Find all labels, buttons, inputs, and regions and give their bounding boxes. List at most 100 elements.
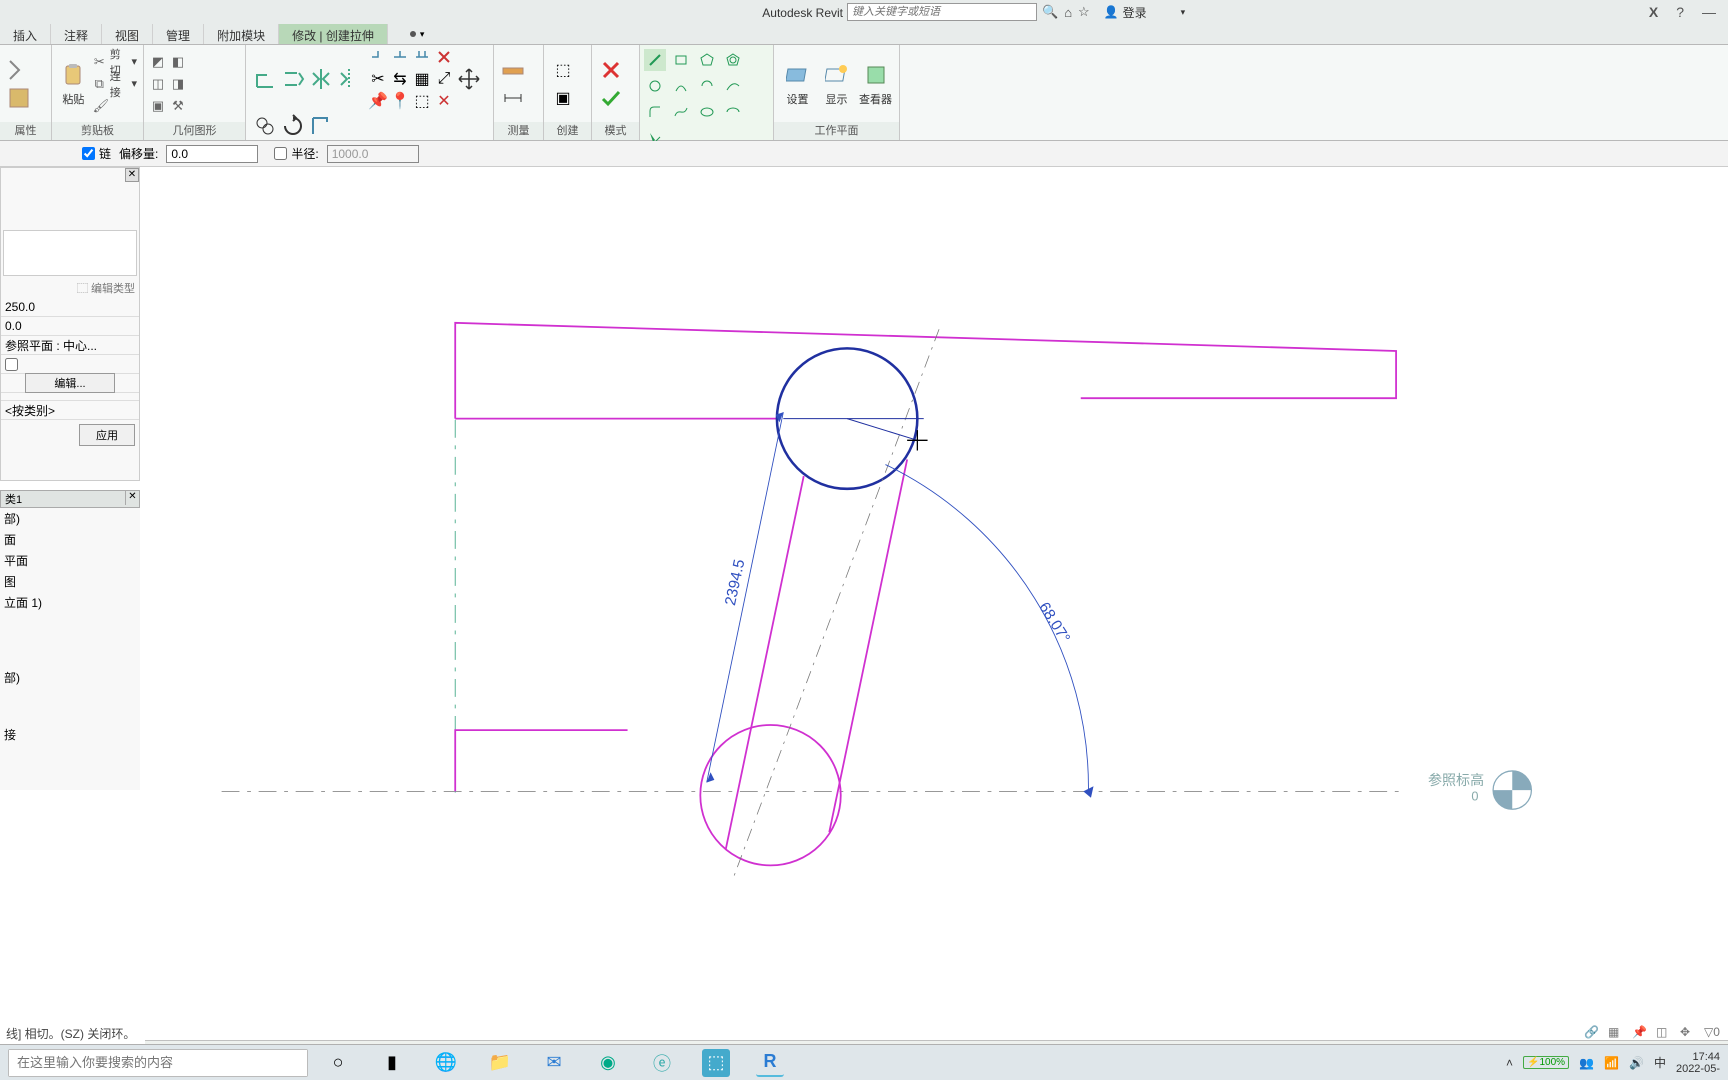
paint-button[interactable]: ◨: [170, 74, 186, 94]
taskbar-search[interactable]: [8, 1049, 308, 1077]
polygon-out-icon[interactable]: [722, 49, 744, 71]
move-icon[interactable]: [456, 66, 482, 92]
fillet-icon[interactable]: [644, 101, 666, 123]
measure-icon[interactable]: [500, 57, 526, 83]
edge-icon[interactable]: 🌐: [432, 1049, 460, 1077]
search-icon[interactable]: 🔍: [1042, 4, 1058, 20]
partial-ellipse-icon[interactable]: [722, 101, 744, 123]
create-similar-icon[interactable]: ⬚: [550, 57, 576, 83]
select-pinned-icon[interactable]: 📌: [1632, 1025, 1650, 1041]
array-icon[interactable]: ▦: [412, 69, 432, 89]
browser-icon[interactable]: ⓔ: [648, 1049, 676, 1077]
tab-annotate[interactable]: 注释: [51, 24, 102, 44]
radius-checkbox[interactable]: 半径:: [274, 145, 318, 162]
properties-grid[interactable]: 250.0 0.0 参照平面 : 中心... 编辑... <按类别>: [1, 298, 139, 420]
prop-row[interactable]: [1, 355, 139, 374]
list-item[interactable]: [0, 706, 140, 724]
list-item[interactable]: 平面: [0, 550, 140, 571]
copy-icon[interactable]: [252, 113, 278, 139]
close-icon[interactable]: ✕: [125, 168, 139, 182]
sketch-line[interactable]: [829, 459, 907, 832]
tray-volume-icon[interactable]: 🔊: [1629, 1056, 1644, 1070]
join-button[interactable]: ⧉连接 ▾: [93, 74, 137, 94]
star-icon[interactable]: ☆: [1078, 4, 1090, 20]
tray-network-icon[interactable]: 📶: [1604, 1056, 1619, 1070]
taskbar-search-input[interactable]: [9, 1050, 307, 1076]
help-icon[interactable]: ?: [1676, 4, 1684, 20]
split-icon[interactable]: ✂: [368, 69, 388, 89]
arc-center-icon[interactable]: [696, 75, 718, 97]
finish-mode-icon[interactable]: [598, 85, 624, 111]
demolish-button[interactable]: ⚒: [170, 96, 186, 116]
delete-icon[interactable]: [434, 47, 454, 67]
ellipse-icon[interactable]: [696, 101, 718, 123]
arc-start-icon[interactable]: [670, 75, 692, 97]
cancel-mode-icon[interactable]: [598, 57, 624, 83]
dimension-icon[interactable]: [500, 85, 526, 111]
mirror-draw-icon[interactable]: [336, 66, 362, 92]
unpin-icon[interactable]: 📍: [390, 91, 410, 111]
list-item[interactable]: 部): [0, 508, 140, 529]
group-icon[interactable]: ⬚: [412, 91, 432, 111]
paste-button[interactable]: 粘贴: [58, 56, 89, 112]
arc-tangent-icon[interactable]: [722, 75, 744, 97]
exchange-icon[interactable]: X: [1649, 4, 1658, 20]
align-icon[interactable]: [252, 66, 278, 92]
properties-icon[interactable]: [6, 85, 32, 111]
tab-insert[interactable]: 插入: [0, 24, 51, 44]
revit-icon[interactable]: R: [756, 1049, 784, 1077]
sketch-line[interactable]: [726, 476, 804, 849]
offset-input[interactable]: [166, 145, 258, 163]
infocenter-search[interactable]: [847, 3, 1037, 21]
trim-single-icon[interactable]: [390, 47, 410, 67]
list-item[interactable]: 面: [0, 529, 140, 550]
polygon-in-icon[interactable]: [696, 49, 718, 71]
line-tool-icon[interactable]: [644, 49, 666, 71]
filter-icon[interactable]: ▽0: [1704, 1025, 1722, 1041]
list-item[interactable]: 立面 1): [0, 592, 140, 613]
rect-tool-icon[interactable]: [670, 49, 692, 71]
prop-row[interactable]: 0.0: [1, 317, 139, 336]
close-icon[interactable]: ✕: [125, 491, 139, 505]
cut-geom-button[interactable]: ◫: [150, 74, 166, 94]
angle-dimension[interactable]: 68.07°: [1035, 599, 1073, 646]
prop-row[interactable]: 编辑...: [1, 374, 139, 393]
tab-view[interactable]: 视图: [102, 24, 153, 44]
tray-chevron-icon[interactable]: ˄: [1506, 1056, 1513, 1070]
select-underlay-icon[interactable]: ▦: [1608, 1025, 1626, 1041]
tab-qat[interactable]: ▾: [402, 24, 433, 44]
tray-people-icon[interactable]: 👥: [1579, 1056, 1594, 1070]
explorer-icon[interactable]: 📁: [486, 1049, 514, 1077]
browser-header[interactable]: 类1 ✕: [0, 490, 140, 508]
show-workplane-button[interactable]: 显示: [819, 56, 854, 112]
list-item[interactable]: [0, 688, 140, 706]
select-links-icon[interactable]: 🔗: [1584, 1025, 1602, 1041]
list-item[interactable]: 部): [0, 667, 140, 688]
tray-clock[interactable]: 17:44 2022-05-: [1676, 1051, 1720, 1075]
list-item[interactable]: [0, 613, 140, 631]
list-item[interactable]: 接: [0, 724, 140, 745]
tray-ime-icon[interactable]: 中: [1654, 1054, 1666, 1071]
scale-icon[interactable]: ⤢: [434, 69, 454, 89]
minimize-icon[interactable]: —: [1702, 4, 1716, 20]
search-input[interactable]: [848, 4, 1036, 20]
apply-button[interactable]: 应用: [79, 424, 135, 446]
split-face-button[interactable]: ◧: [170, 52, 186, 72]
taskview-icon[interactable]: ▮: [378, 1049, 406, 1077]
split-gap-icon[interactable]: ⇆: [390, 69, 410, 89]
delete2-icon[interactable]: ✕: [434, 91, 454, 111]
create-group-icon[interactable]: ▣: [550, 85, 576, 111]
prop-row[interactable]: 250.0: [1, 298, 139, 317]
sketch-line[interactable]: [455, 323, 1396, 419]
modify-tool-icon[interactable]: [6, 57, 32, 83]
app-icon[interactable]: ⬚: [702, 1049, 730, 1077]
tab-manage[interactable]: 管理: [153, 24, 204, 44]
viewer-workplane-button[interactable]: 查看器: [858, 56, 893, 112]
mirror-icon[interactable]: [308, 66, 334, 92]
sketch-line[interactable]: [455, 730, 627, 791]
mail-icon[interactable]: ✉: [540, 1049, 568, 1077]
key-icon[interactable]: ⌂: [1064, 5, 1072, 20]
rotate-icon[interactable]: [280, 113, 306, 139]
trim-corner-icon[interactable]: [368, 47, 388, 67]
drawing-canvas[interactable]: 参照标高 0 68.07° 2394.5: [145, 167, 1728, 1020]
